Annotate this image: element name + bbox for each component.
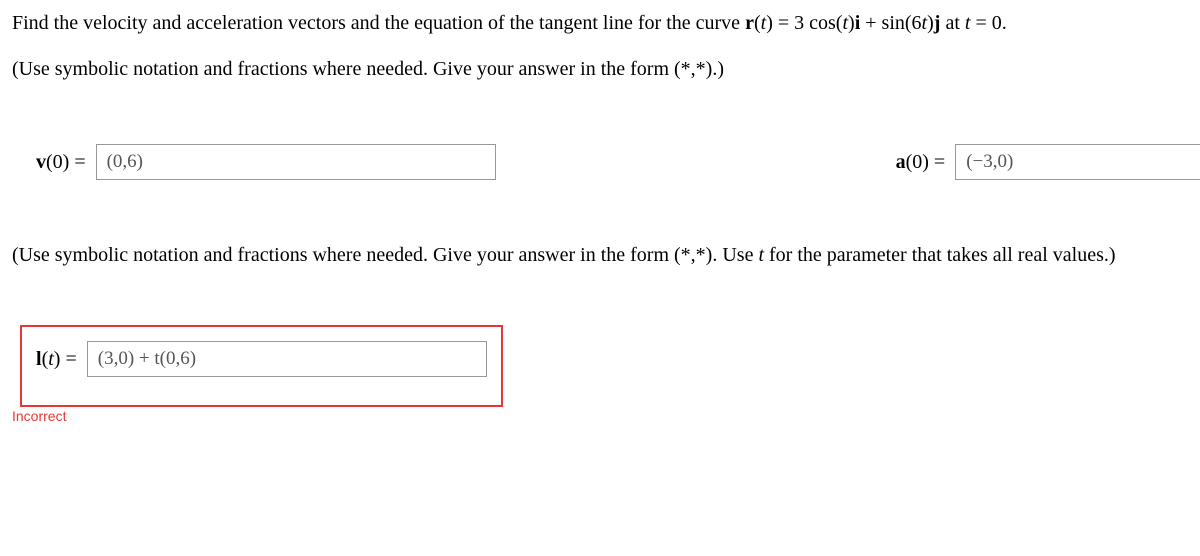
v-label: v(0) = [36, 147, 86, 177]
instruction-2: (Use symbolic notation and fractions whe… [12, 240, 1188, 270]
answer-row-l: l(t) = Incorrect [12, 325, 1188, 407]
answer-group-v: v(0) = [36, 144, 496, 180]
incorrect-label: Incorrect [12, 406, 66, 427]
a-input[interactable] [955, 144, 1200, 180]
question-text: Find the velocity and acceleration vecto… [12, 8, 1188, 38]
l-input[interactable] [87, 341, 487, 377]
incorrect-box: l(t) = [20, 325, 503, 407]
v-input[interactable] [96, 144, 496, 180]
answer-row-va: v(0) = a(0) = [12, 144, 1188, 180]
l-label: l(t) = [36, 344, 77, 374]
instruction-1: (Use symbolic notation and fractions whe… [12, 54, 1188, 84]
answer-group-l: l(t) = [36, 341, 487, 377]
a-label: a(0) = [896, 147, 946, 177]
answer-group-a: a(0) = [896, 144, 1200, 180]
